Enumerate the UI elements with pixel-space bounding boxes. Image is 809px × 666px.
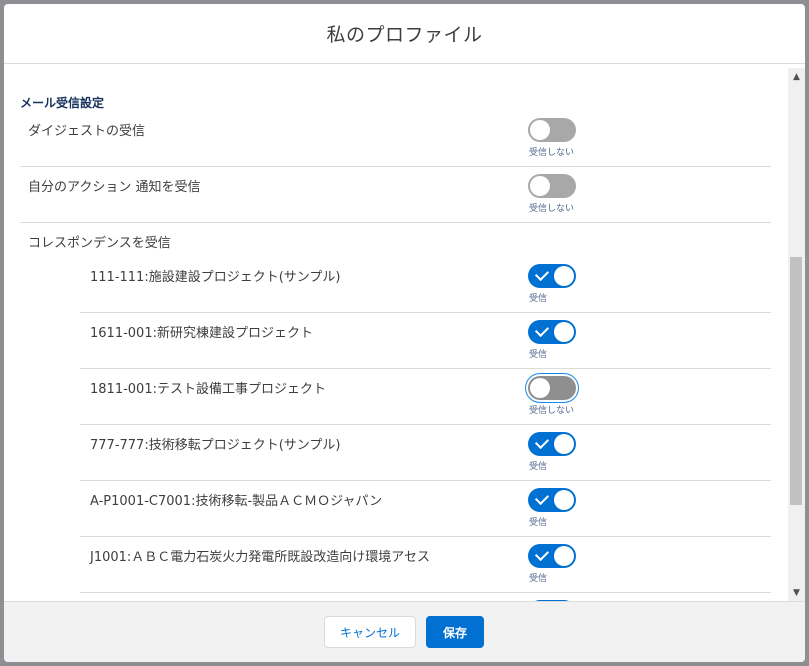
save-button[interactable]: 保存 <box>426 616 484 648</box>
project-toggle[interactable] <box>528 544 576 568</box>
project-toggle-wrap: 受信 <box>528 264 588 304</box>
project-toggle-wrap: 受信 <box>528 488 588 528</box>
modal-footer: キャンセル 保存 <box>4 601 805 662</box>
project-row: 1811-001:テスト設備工事プロジェクト 受信しない <box>80 368 771 425</box>
setting-label: 自分のアクション 通知を受信 <box>28 180 201 195</box>
project-toggle[interactable] <box>528 320 576 344</box>
check-icon <box>534 322 550 338</box>
toggle-knob <box>554 490 574 510</box>
correspondence-row: コレスポンデンスを受信 <box>20 222 771 252</box>
check-icon <box>534 434 550 450</box>
project-label: 111-111:施設建設プロジェクト(サンプル) <box>90 270 341 285</box>
modal-title: 私のプロファイル <box>326 24 483 46</box>
scroll-down-icon[interactable]: ▼ <box>788 584 805 601</box>
project-toggle[interactable] <box>528 376 576 400</box>
profile-modal: 私のプロファイル メール受信設定 ダイジェストの受信 受信しない 自分のアクショ… <box>4 4 805 662</box>
toggle-status: 受信 <box>529 350 548 360</box>
project-toggle[interactable] <box>528 264 576 288</box>
toggle-status: 受信しない <box>529 204 575 214</box>
correspondence-label: コレスポンデンスを受信 <box>28 236 171 251</box>
project-row: A-P1001-C7001:技術移転-製品ＡＣＭＯジャパン 受信 <box>80 480 771 537</box>
toggle-status: 受信しない <box>529 148 575 158</box>
project-label: J1001:ＡＢＣ電力石炭火力発電所既設改造向け環境アセス <box>90 550 431 565</box>
project-label: 1811-001:テスト設備工事プロジェクト <box>90 382 326 397</box>
toggle-knob <box>554 546 574 566</box>
project-toggle-wrap: 受信しない <box>528 376 588 416</box>
project-label: 1611-001:新研究棟建設プロジェクト <box>90 326 313 341</box>
toggle-status: 受信 <box>529 574 548 584</box>
project-row: 111-111:施設建設プロジェクト(サンプル) 受信 <box>80 256 771 313</box>
cancel-button[interactable]: キャンセル <box>324 616 416 648</box>
setting-label: ダイジェストの受信 <box>28 124 146 139</box>
vertical-scrollbar[interactable]: ▲ ▼ <box>788 68 805 601</box>
toggle-status: 受信しない <box>529 406 575 416</box>
toggle-knob <box>530 378 550 398</box>
scroll-up-icon[interactable]: ▲ <box>788 68 805 85</box>
digest-toggle[interactable] <box>528 118 576 142</box>
project-toggle[interactable] <box>528 488 576 512</box>
modal-header: 私のプロファイル <box>4 4 805 64</box>
project-row <box>80 592 771 601</box>
section-title: メール受信設定 <box>20 96 105 110</box>
setting-row-digest: ダイジェストの受信 受信しない <box>20 110 771 167</box>
check-icon <box>534 490 550 506</box>
project-toggle-wrap: 受信 <box>528 432 588 472</box>
project-row: 777-777:技術移転プロジェクト(サンプル) 受信 <box>80 424 771 481</box>
digest-toggle-wrap: 受信しない <box>528 118 588 158</box>
toggle-knob <box>530 120 550 140</box>
toggle-knob <box>554 322 574 342</box>
project-label: A-P1001-C7001:技術移転-製品ＡＣＭＯジャパン <box>90 494 383 509</box>
project-label: 777-777:技術移転プロジェクト(サンプル) <box>90 438 341 453</box>
toggle-knob <box>554 434 574 454</box>
project-toggle-wrap: 受信 <box>528 320 588 360</box>
scroll-thumb[interactable] <box>790 257 802 505</box>
project-row: 1611-001:新研究棟建設プロジェクト 受信 <box>80 312 771 369</box>
project-row: J1001:ＡＢＣ電力石炭火力発電所既設改造向け環境アセス 受信 <box>80 536 771 593</box>
setting-row-own-actions: 自分のアクション 通知を受信 受信しない <box>20 166 771 223</box>
project-toggle[interactable] <box>528 432 576 456</box>
toggle-knob <box>530 176 550 196</box>
modal-body: メール受信設定 ダイジェストの受信 受信しない 自分のアクション 通知を受信 受… <box>4 68 788 601</box>
own-actions-toggle[interactable] <box>528 174 576 198</box>
toggle-status: 受信 <box>529 518 548 528</box>
toggle-knob <box>554 266 574 286</box>
project-toggle-wrap: 受信 <box>528 544 588 584</box>
own-actions-toggle-wrap: 受信しない <box>528 174 588 214</box>
check-icon <box>534 546 550 562</box>
toggle-status: 受信 <box>529 462 548 472</box>
check-icon <box>534 266 550 282</box>
toggle-status: 受信 <box>529 294 548 304</box>
